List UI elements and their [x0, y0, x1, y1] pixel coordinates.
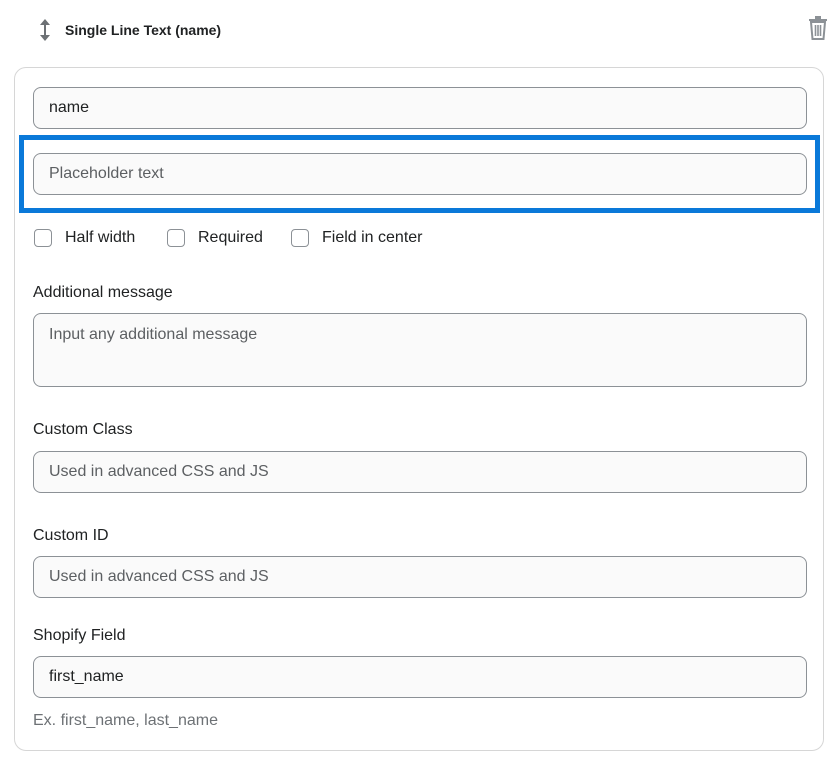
name-input[interactable]: name [33, 87, 807, 129]
shopify-field-label: Shopify Field [33, 627, 126, 644]
field-header: Single Line Text (name) [0, 0, 838, 64]
custom-id-label: Custom ID [33, 527, 109, 544]
custom-class-input[interactable]: Used in advanced CSS and JS [33, 451, 807, 493]
checkbox-label: Field in center [322, 229, 423, 246]
field-title: Single Line Text (name) [65, 22, 222, 38]
trash-icon[interactable] [807, 16, 829, 40]
checkbox-label: Half width [65, 229, 136, 246]
shopify-field-help: Ex. first_name, last_name [33, 712, 218, 729]
half-width-checkbox[interactable]: Half width [34, 225, 135, 251]
vertical-arrows-icon[interactable] [36, 17, 54, 43]
checkbox-box[interactable] [291, 229, 309, 247]
custom-id-input[interactable]: Used in advanced CSS and JS [33, 556, 807, 598]
additional-message-label: Additional message [33, 284, 173, 301]
additional-message-textarea[interactable]: Input any additional message [33, 313, 807, 387]
required-checkbox[interactable]: Required [167, 225, 263, 251]
custom-class-label: Custom Class [33, 421, 133, 438]
placeholder-input[interactable]: Placeholder text [33, 153, 807, 195]
shopify-field-input[interactable]: first_name [33, 656, 807, 698]
checkbox-label: Required [198, 229, 263, 246]
checkbox-box[interactable] [167, 229, 185, 247]
field-in-center-checkbox[interactable]: Field in center [291, 225, 423, 251]
checkbox-box[interactable] [34, 229, 52, 247]
